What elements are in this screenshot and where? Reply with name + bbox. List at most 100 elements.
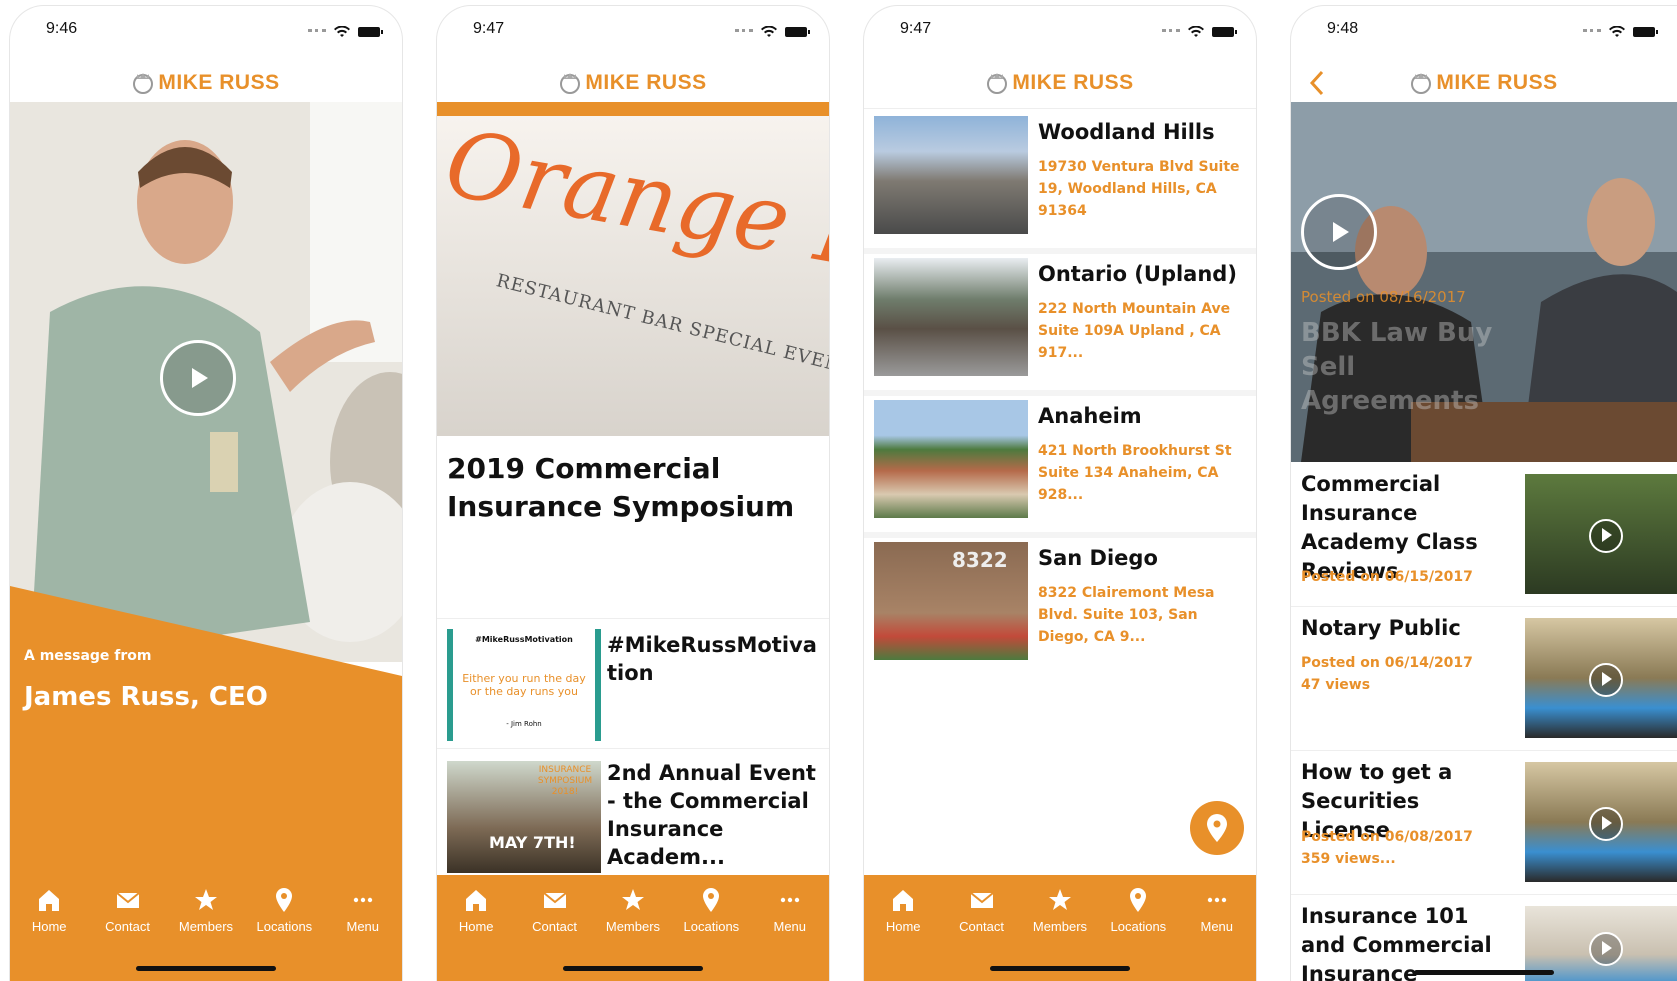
thumb-caption: INSURANCE SYMPOSIUM 2018!: [537, 765, 593, 797]
tab-locations[interactable]: Locations: [676, 887, 746, 934]
location-pin-icon: [276, 888, 293, 912]
wifi-icon: [761, 26, 777, 37]
home-icon: [893, 890, 914, 911]
status-time: 9:47: [900, 20, 932, 37]
location-photo: [874, 116, 1028, 234]
app-header: MIKE RUSS: [864, 58, 1256, 109]
play-video-button[interactable]: [160, 340, 236, 416]
tab-home[interactable]: Home: [441, 887, 511, 934]
tab-menu[interactable]: Menu: [328, 887, 398, 934]
accent-band: [437, 102, 829, 116]
video-thumbnail: [1525, 762, 1677, 882]
item-title: 2nd Annual Event - the Commercial Insura…: [607, 761, 816, 869]
home-indicator: [136, 966, 276, 971]
map-button[interactable]: [1190, 801, 1244, 855]
tab-contact[interactable]: Contact: [520, 887, 590, 934]
video-thumbnail: [1525, 474, 1677, 594]
battery-icon: [785, 27, 810, 37]
video-item[interactable]: Insurance 101 and Commercial Insurance: [1291, 894, 1677, 981]
featured-video[interactable]: Posted on 08/16/2017 BBK Law Buy Sell Ag…: [1291, 102, 1677, 462]
mail-icon: [969, 892, 994, 908]
status-bar: 9:46: [10, 6, 402, 58]
location-pin-icon: [703, 888, 720, 912]
home-indicator: [990, 966, 1130, 971]
brand-logo[interactable]: MIKE RUSS: [986, 70, 1133, 96]
tab-members[interactable]: Members: [171, 887, 241, 934]
location-name: Ontario (Upland): [1038, 262, 1237, 286]
star-icon: [1048, 889, 1071, 910]
more-dots-icon: [1207, 897, 1226, 903]
brand-name: MIKE RUSS: [1436, 71, 1558, 94]
location-item[interactable]: Woodland Hills 19730 Ventura Blvd Suite …: [864, 108, 1256, 254]
signal-icon: [308, 28, 326, 36]
ceo-name[interactable]: James Russ, CEO: [24, 682, 268, 712]
play-icon: [1589, 519, 1623, 553]
tab-locations[interactable]: Locations: [249, 887, 319, 934]
star-icon: [621, 889, 644, 910]
thumb-caption: Either you run the day or the day runs y…: [462, 672, 586, 698]
building-number: 8322: [952, 548, 1008, 572]
wifi-icon: [1188, 26, 1204, 37]
back-chevron-icon[interactable]: [1305, 68, 1329, 98]
tab-contact[interactable]: Contact: [947, 887, 1017, 934]
location-address: 8322 Clairemont Mesa Blvd. Suite 103, Sa…: [1038, 585, 1215, 645]
video-item[interactable]: How to get a Securities License Posted o…: [1291, 750, 1677, 895]
brand-name: MIKE RUSS: [585, 71, 707, 94]
tab-locations[interactable]: Locations: [1103, 887, 1173, 934]
mail-icon: [542, 892, 567, 908]
hero-subtext: RESTAURANT BAR SPECIAL EVENTS: [494, 270, 829, 383]
tab-home[interactable]: Home: [14, 887, 84, 934]
phone-screen-locations: 9:47 MIKE RUSS Woodland Hills 19730 Vent…: [864, 6, 1256, 981]
status-time: 9:47: [473, 20, 505, 37]
video-posted: Posted on 06/08/2017: [1301, 829, 1473, 845]
featured-caption: BBK Law Buy Sell Agreements: [1301, 318, 1493, 416]
wifi-icon: [334, 26, 350, 37]
video-views: 359 views...: [1301, 851, 1396, 867]
play-icon: [1589, 931, 1623, 966]
wifi-icon: [1609, 26, 1625, 37]
play-video-button[interactable]: [1301, 194, 1377, 270]
brand-logo[interactable]: MIKE RUSS: [1410, 70, 1557, 96]
logo-shield-icon: [560, 73, 581, 94]
location-address: 222 North Mountain Ave Suite 109A Upland…: [1038, 301, 1231, 361]
battery-icon: [358, 27, 383, 37]
tab-contact[interactable]: Contact: [93, 887, 163, 934]
ceo-video-photo[interactable]: [10, 102, 402, 662]
tab-menu[interactable]: Menu: [755, 887, 825, 934]
status-time: 9:48: [1327, 20, 1359, 37]
star-icon: [194, 889, 217, 910]
tab-members[interactable]: Members: [598, 887, 668, 934]
logo-shield-icon: [987, 73, 1008, 94]
status-bar: 9:47: [437, 6, 829, 58]
list-item[interactable]: INSURANCE SYMPOSIUM 2018! MAY 7TH! 2nd A…: [437, 748, 829, 879]
tab-bar: Home Contact Members Locations Menu: [437, 875, 829, 981]
more-dots-icon: [780, 897, 799, 903]
thumb-author: - Jim Rohn: [506, 720, 542, 728]
status-time: 9:46: [46, 20, 78, 37]
tab-members[interactable]: Members: [1025, 887, 1095, 934]
play-icon: [192, 368, 208, 388]
symposium-thumbnail: INSURANCE SYMPOSIUM 2018! MAY 7TH!: [447, 761, 601, 873]
brand-logo[interactable]: MIKE RUSS: [132, 70, 279, 96]
video-item[interactable]: Notary Public Posted on 06/14/2017 47 vi…: [1291, 606, 1677, 751]
location-item[interactable]: Anaheim 421 North Brookhurst St Suite 13…: [864, 392, 1256, 538]
home-icon: [39, 890, 60, 911]
more-dots-icon: [353, 897, 372, 903]
location-photo: [874, 400, 1028, 518]
video-item[interactable]: Commercial Insurance Academy Class Revie…: [1291, 462, 1677, 607]
video-thumbnail: [1525, 618, 1677, 738]
location-name: San Diego: [1038, 546, 1158, 570]
tab-home[interactable]: Home: [868, 887, 938, 934]
list-item[interactable]: #MikeRussMotivation Either you run the d…: [437, 618, 829, 749]
location-item[interactable]: 8322 San Diego 8322 Clairemont Mesa Blvd…: [864, 534, 1256, 674]
event-title[interactable]: 2019 Commercial Insurance Symposium: [447, 450, 817, 526]
location-item[interactable]: Ontario (Upland) 222 North Mountain Ave …: [864, 250, 1256, 396]
mail-icon: [115, 892, 140, 908]
location-address: 421 North Brookhurst St Suite 134 Anahei…: [1038, 443, 1232, 503]
event-hero-image[interactable]: Orange Hill RESTAURANT BAR SPECIAL EVENT…: [437, 116, 829, 436]
tab-menu[interactable]: Menu: [1182, 887, 1252, 934]
play-icon: [1589, 663, 1623, 697]
brand-logo[interactable]: MIKE RUSS: [559, 70, 706, 96]
tab-bar: Home Contact Members Locations Menu: [864, 875, 1256, 981]
location-address: 19730 Ventura Blvd Suite 19, Woodland Hi…: [1038, 159, 1240, 219]
